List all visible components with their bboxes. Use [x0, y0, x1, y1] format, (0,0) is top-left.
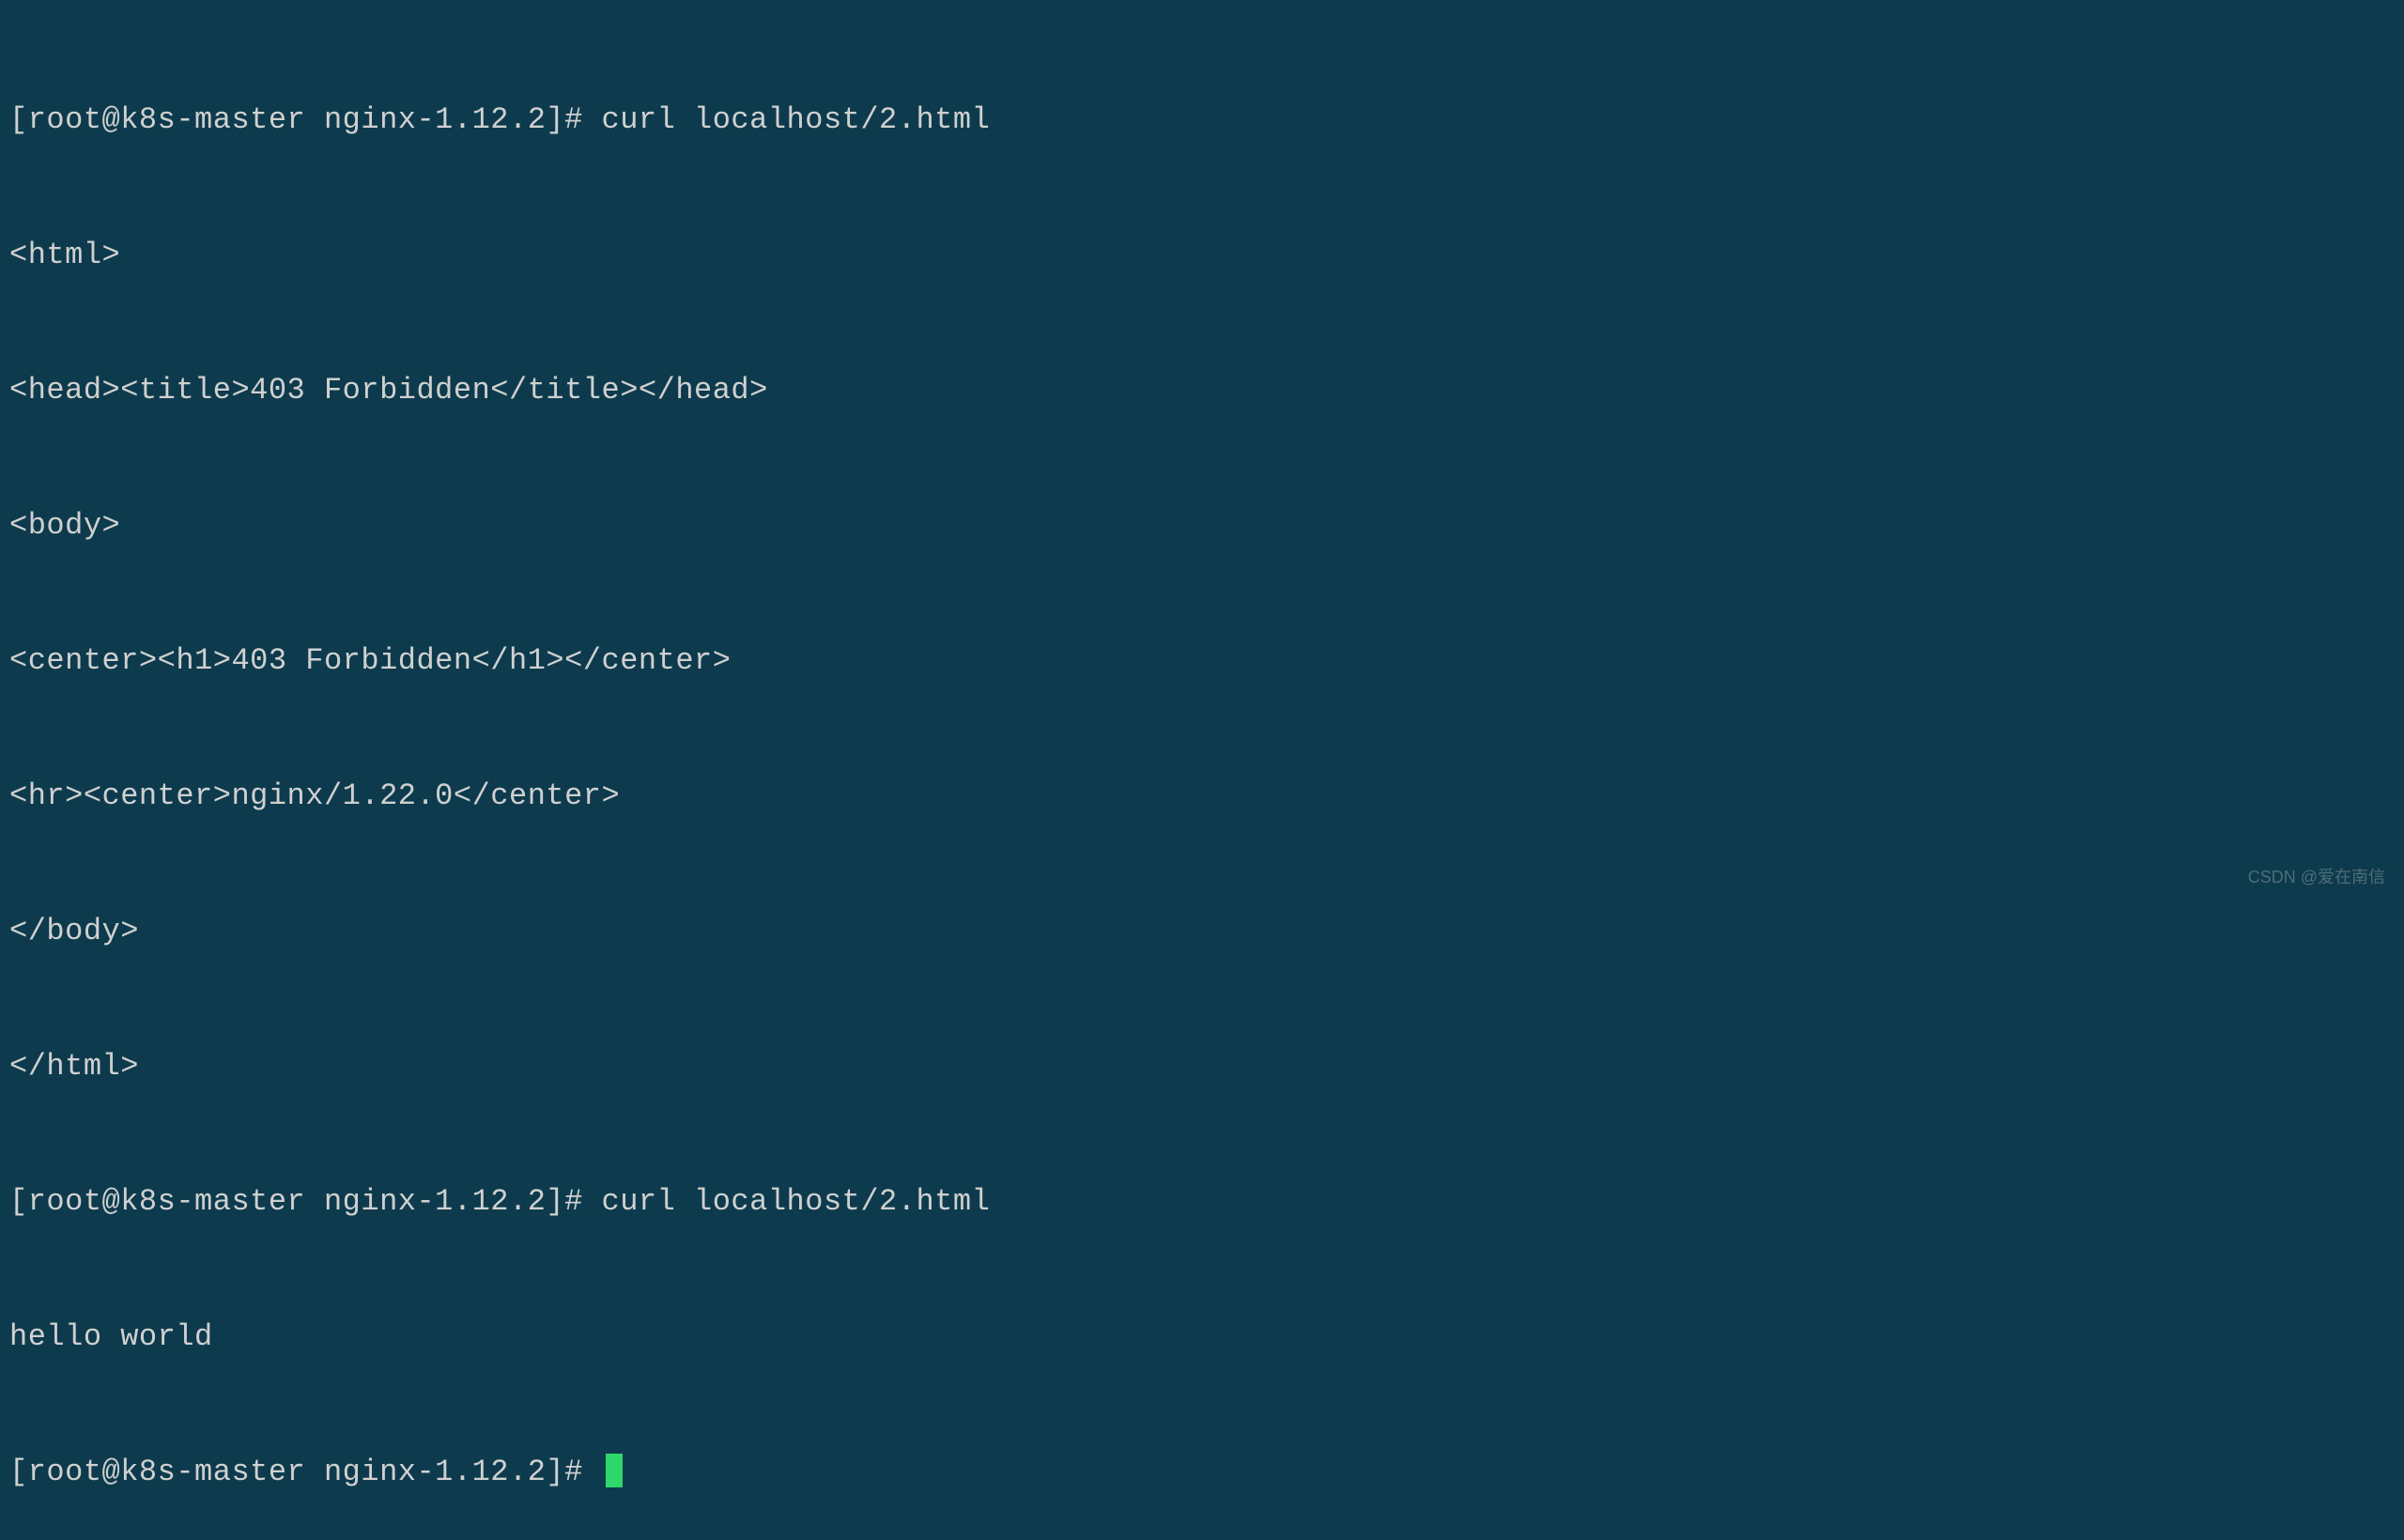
terminal-line: <head><title>403 Forbidden</title></head… — [9, 368, 2395, 413]
terminal-line: [root@k8s-master nginx-1.12.2]# curl loc… — [9, 1179, 2395, 1224]
cursor-icon — [606, 1454, 623, 1487]
terminal-line: </body> — [9, 909, 2395, 954]
terminal-prompt-line: [root@k8s-master nginx-1.12.2]# — [9, 1450, 2395, 1495]
terminal-line: [root@k8s-master nginx-1.12.2]# curl loc… — [9, 98, 2395, 143]
watermark-text: CSDN @爱在南信 — [2248, 865, 2385, 890]
terminal-line: <html> — [9, 233, 2395, 278]
terminal-line: <hr><center>nginx/1.22.0</center> — [9, 774, 2395, 819]
terminal-prompt: [root@k8s-master nginx-1.12.2]# — [9, 1455, 602, 1489]
terminal-line: </html> — [9, 1044, 2395, 1089]
terminal-line: hello world — [9, 1315, 2395, 1360]
terminal-line: <body> — [9, 503, 2395, 548]
terminal-line: <center><h1>403 Forbidden</h1></center> — [9, 639, 2395, 684]
terminal-window[interactable]: [root@k8s-master nginx-1.12.2]# curl loc… — [9, 8, 2395, 1540]
